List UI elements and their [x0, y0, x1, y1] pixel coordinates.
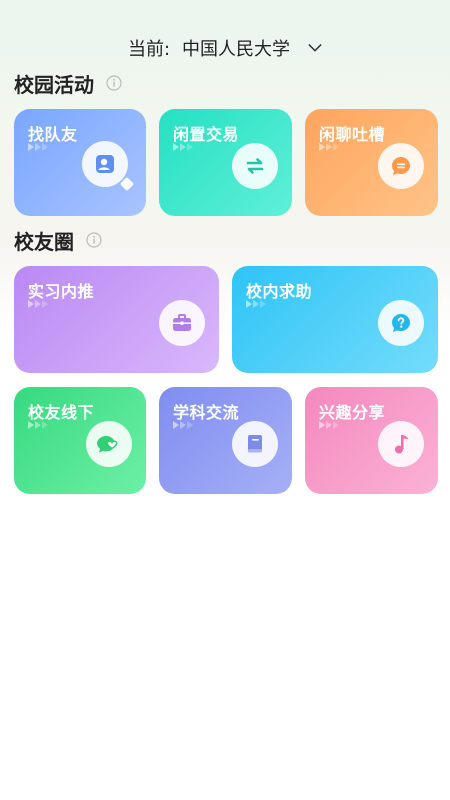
card-label: 闲置交易	[173, 125, 240, 144]
card-idle-trade[interactable]: 闲置交易	[159, 109, 292, 216]
card-chat[interactable]: 闲聊吐槽	[305, 109, 438, 216]
heart-chat-icon	[86, 421, 132, 467]
question-bubble-icon	[378, 300, 424, 346]
section-title-campus-activities: 校园活动	[14, 70, 122, 97]
arrows-decoration	[28, 143, 48, 151]
chevron-down-icon[interactable]	[308, 41, 322, 55]
info-icon[interactable]	[86, 232, 102, 248]
card-offline-meetup[interactable]: 校友线下	[14, 387, 146, 494]
card-find-teammates[interactable]: 找队友	[14, 109, 146, 216]
card-label: 实习内推	[28, 282, 95, 301]
briefcase-icon	[159, 300, 205, 346]
card-label: 闲聊吐槽	[319, 125, 386, 144]
info-icon[interactable]	[106, 75, 122, 91]
chat-bubble-icon	[378, 143, 424, 189]
arrows-decoration	[28, 300, 48, 308]
card-internship[interactable]: 实习内推	[14, 266, 219, 373]
card-label: 校内求助	[246, 282, 313, 301]
arrows-decoration	[28, 421, 48, 429]
campus-name: 中国人民大学	[182, 39, 291, 60]
card-label: 兴趣分享	[319, 403, 386, 422]
arrows-decoration	[173, 421, 193, 429]
music-note-icon	[378, 421, 424, 467]
card-label: 学科交流	[173, 403, 240, 422]
campus-activities-title: 校园活动	[14, 72, 94, 97]
card-campus-help[interactable]: 校内求助	[232, 266, 438, 373]
find-user-icon	[82, 141, 128, 187]
arrows-decoration	[319, 143, 339, 151]
book-icon	[232, 421, 278, 467]
exchange-arrows-icon	[232, 143, 278, 189]
alumni-circle-title: 校友圈	[14, 229, 74, 254]
arrows-decoration	[246, 300, 266, 308]
card-label: 找队友	[28, 125, 78, 144]
arrows-decoration	[173, 143, 193, 151]
campus-prefix: 当前:	[127, 39, 171, 60]
card-academic[interactable]: 学科交流	[159, 387, 292, 494]
arrows-decoration	[319, 421, 339, 429]
campus-selector[interactable]: 当前: 中国人民大学	[0, 34, 450, 62]
card-interest[interactable]: 兴趣分享	[305, 387, 438, 494]
section-title-alumni-circle: 校友圈	[14, 227, 102, 254]
card-label: 校友线下	[28, 403, 95, 422]
